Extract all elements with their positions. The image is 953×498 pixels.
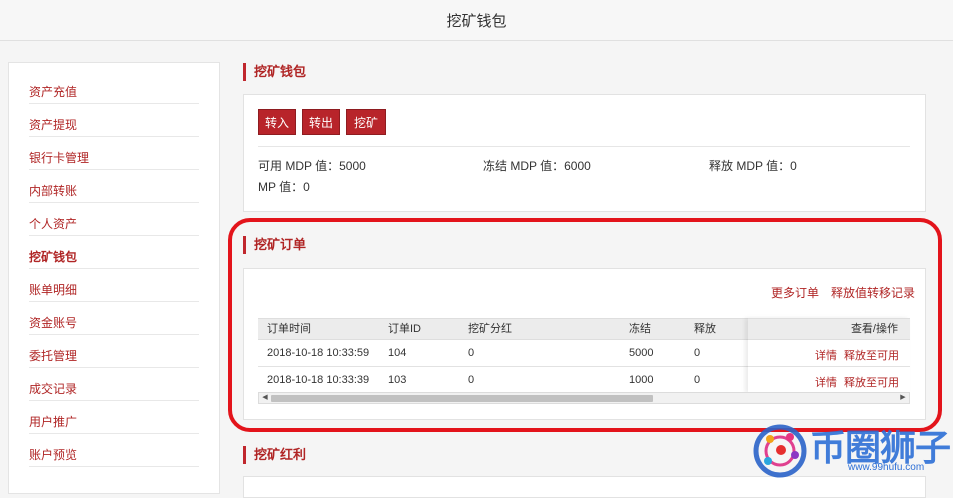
watermark-url: www.99hufu.com bbox=[848, 462, 925, 473]
watermark-logo: 币圈狮子 www.99hufu.com bbox=[748, 415, 953, 480]
divider bbox=[258, 146, 910, 147]
sidebar-item-referral[interactable]: 用户推广 bbox=[29, 401, 199, 434]
sidebar-item-trade-records[interactable]: 成交记录 bbox=[29, 368, 199, 401]
sidebar-item-internal-transfer[interactable]: 内部转账 bbox=[29, 170, 199, 203]
mp-value: MP 值：0 bbox=[258, 180, 310, 194]
transfer-out-button[interactable]: 转出 bbox=[302, 109, 340, 135]
sidebar-item-bank-cards[interactable]: 银行卡管理 bbox=[29, 137, 199, 170]
sidebar-item-mining-wallet[interactable]: 挖矿钱包 bbox=[29, 236, 199, 269]
wallet-section-title: 挖矿钱包 bbox=[243, 63, 306, 81]
frozen-mdp-value: 冻结 MDP 值：6000 bbox=[483, 159, 591, 173]
released-mdp-value: 释放 MDP 值：0 bbox=[709, 159, 797, 173]
highlight-annotation bbox=[228, 218, 942, 432]
page-header: 挖矿钱包 bbox=[0, 0, 953, 41]
available-mdp-value: 可用 MDP 值：5000 bbox=[258, 159, 366, 173]
sidebar-item-bill-details[interactable]: 账单明细 bbox=[29, 269, 199, 302]
transfer-in-button[interactable]: 转入 bbox=[258, 109, 296, 135]
sidebar-item-personal-assets[interactable]: 个人资产 bbox=[29, 203, 199, 236]
page-title: 挖矿钱包 bbox=[446, 12, 507, 30]
sidebar-item-fund-account[interactable]: 资金账号 bbox=[29, 302, 199, 335]
sidebar-item-deposit[interactable]: 资产充值 bbox=[29, 71, 199, 104]
bonus-section-title: 挖矿红利 bbox=[243, 446, 306, 464]
sidebar-item-withdraw[interactable]: 资产提现 bbox=[29, 104, 199, 137]
sidebar-item-account-overview[interactable]: 账户预览 bbox=[29, 434, 199, 467]
sidebar: 资产充值 资产提现 银行卡管理 内部转账 个人资产 挖矿钱包 账单明细 资金账号… bbox=[8, 62, 220, 494]
sidebar-item-order-management[interactable]: 委托管理 bbox=[29, 335, 199, 368]
mine-button[interactable]: 挖矿 bbox=[346, 109, 386, 135]
